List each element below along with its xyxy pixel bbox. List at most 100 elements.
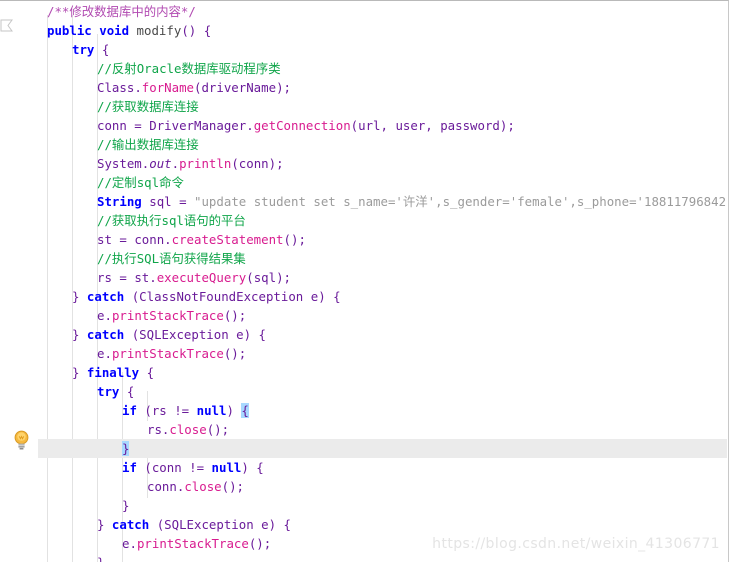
code-token: conn — [151, 460, 182, 475]
code-line[interactable]: try { — [72, 40, 109, 59]
code-line[interactable]: //反射Oracle数据库驱动程序类 — [97, 59, 281, 78]
code-token: ( — [136, 460, 152, 475]
code-token: void — [99, 23, 130, 38]
code-line[interactable]: } finally { — [72, 363, 154, 382]
code-editor[interactable]: /**修改数据库中的内容*/public void modify() {try … — [0, 0, 729, 562]
code-token: //定制sql命令 — [97, 175, 184, 190]
code-line[interactable]: //获取执行sql语句的平台 — [97, 211, 246, 230]
code-line[interactable]: e.printStackTrace(); — [97, 344, 246, 363]
code-token: driverName — [201, 80, 277, 95]
code-token: ); — [276, 80, 291, 95]
code-line[interactable]: } catch (SQLException e) { — [72, 325, 266, 344]
code-token: user — [395, 118, 426, 133]
code-token: String — [97, 194, 142, 209]
code-token: rs — [97, 270, 112, 285]
code-token: (); — [248, 536, 272, 551]
code-token: ) — [226, 403, 242, 418]
code-token: e — [261, 517, 269, 532]
code-line[interactable]: } — [122, 496, 129, 515]
lightbulb-icon[interactable] — [13, 430, 30, 450]
code-token: = — [171, 194, 195, 209]
watermark-text: https://blog.csdn.net/weixin_41306771 — [432, 536, 720, 552]
code-token: ); — [499, 118, 515, 133]
code-token: System — [97, 156, 142, 171]
code-token: //执行SQL语句获得结果集 — [97, 251, 246, 266]
code-line[interactable]: } — [97, 553, 104, 562]
code-line[interactable]: //获取数据库连接 — [97, 97, 199, 116]
code-token: . — [129, 536, 137, 551]
fold-arrow-icon[interactable] — [0, 19, 14, 32]
code-line[interactable]: //执行SQL语句获得结果集 — [97, 249, 246, 268]
code-token: //获取数据库连接 — [97, 99, 199, 114]
code-token: (); — [223, 346, 247, 361]
code-token: (); — [223, 308, 247, 323]
code-token: != — [166, 403, 197, 418]
code-token: sql — [253, 270, 277, 285]
code-line[interactable]: System.out.println(conn); — [97, 154, 284, 173]
code-token: . — [104, 346, 112, 361]
code-token: public — [47, 23, 92, 38]
code-token: try — [72, 42, 95, 57]
code-token: { — [139, 365, 155, 380]
code-line[interactable]: } — [122, 439, 130, 458]
code-token: password — [440, 118, 500, 133]
code-line[interactable]: Class.forName(driverName); — [97, 78, 291, 97]
code-token: , — [425, 118, 441, 133]
code-line[interactable]: conn.close(); — [147, 477, 244, 496]
code-token: . — [104, 308, 112, 323]
code-line[interactable]: e.printStackTrace(); — [122, 534, 271, 553]
code-token: != — [181, 460, 212, 475]
editor-gutter[interactable] — [0, 1, 38, 562]
code-token: SQLException — [164, 517, 254, 532]
code-token: catch — [86, 327, 125, 342]
code-token: (); — [221, 479, 245, 494]
code-token: ( — [246, 270, 254, 285]
code-token: st — [134, 270, 150, 285]
code-line[interactable]: //输出数据库连接 — [97, 135, 199, 154]
code-line[interactable]: if (conn != null) { — [122, 458, 264, 477]
code-token: null — [211, 460, 242, 475]
code-line[interactable]: String sql = "update student set s_name=… — [97, 192, 729, 211]
code-token: ( — [124, 289, 140, 304]
code-line[interactable]: //定制sql命令 — [97, 173, 184, 192]
code-line[interactable]: e.printStackTrace(); — [97, 306, 246, 325]
code-line[interactable]: /**修改数据库中的内容*/ — [47, 2, 196, 21]
code-token: if — [122, 460, 137, 475]
code-line[interactable]: } catch (ClassNotFoundException e) { — [72, 287, 341, 306]
code-token: //获取执行sql语句的平台 — [97, 213, 246, 228]
code-line[interactable]: } catch (SQLException e) { — [97, 515, 291, 534]
code-token: . — [134, 80, 142, 95]
code-token: println — [179, 156, 232, 171]
code-token: null — [196, 403, 227, 418]
code-token: conn — [134, 232, 165, 247]
code-line[interactable]: public void modify() { — [47, 21, 211, 40]
code-token: . — [171, 156, 180, 171]
code-area[interactable]: /**修改数据库中的内容*/public void modify() {try … — [0, 1, 729, 562]
code-token: { — [94, 42, 110, 57]
code-token: = — [111, 232, 135, 247]
code-token: printStackTrace — [111, 346, 224, 361]
code-line[interactable]: rs = st.executeQuery(sql); — [97, 268, 291, 287]
code-line[interactable]: rs.close(); — [147, 420, 229, 439]
code-line[interactable]: try { — [97, 382, 134, 401]
code-token: "update student set s_name='许洋',s_gender… — [194, 194, 729, 209]
code-line[interactable]: conn = DriverManager.getConnection(url, … — [97, 116, 515, 135]
code-line[interactable]: st = conn.createStatement(); — [97, 230, 306, 249]
code-line[interactable]: if (rs != null) { — [122, 401, 249, 420]
code-token: } — [97, 555, 104, 562]
code-token: () { — [181, 23, 212, 38]
code-token: { — [119, 384, 135, 399]
code-token: ) { — [268, 517, 292, 532]
code-token: ( — [231, 156, 239, 171]
code-token: printStackTrace — [111, 308, 224, 323]
code-token: { — [241, 403, 249, 418]
code-token: createStatement — [171, 232, 284, 247]
code-token: } — [97, 517, 112, 532]
code-token: conn — [97, 118, 127, 133]
code-token: . — [246, 118, 254, 133]
code-token: close — [169, 422, 207, 437]
code-token: catch — [111, 517, 150, 532]
code-token: , — [380, 118, 396, 133]
code-token: (); — [206, 422, 230, 437]
